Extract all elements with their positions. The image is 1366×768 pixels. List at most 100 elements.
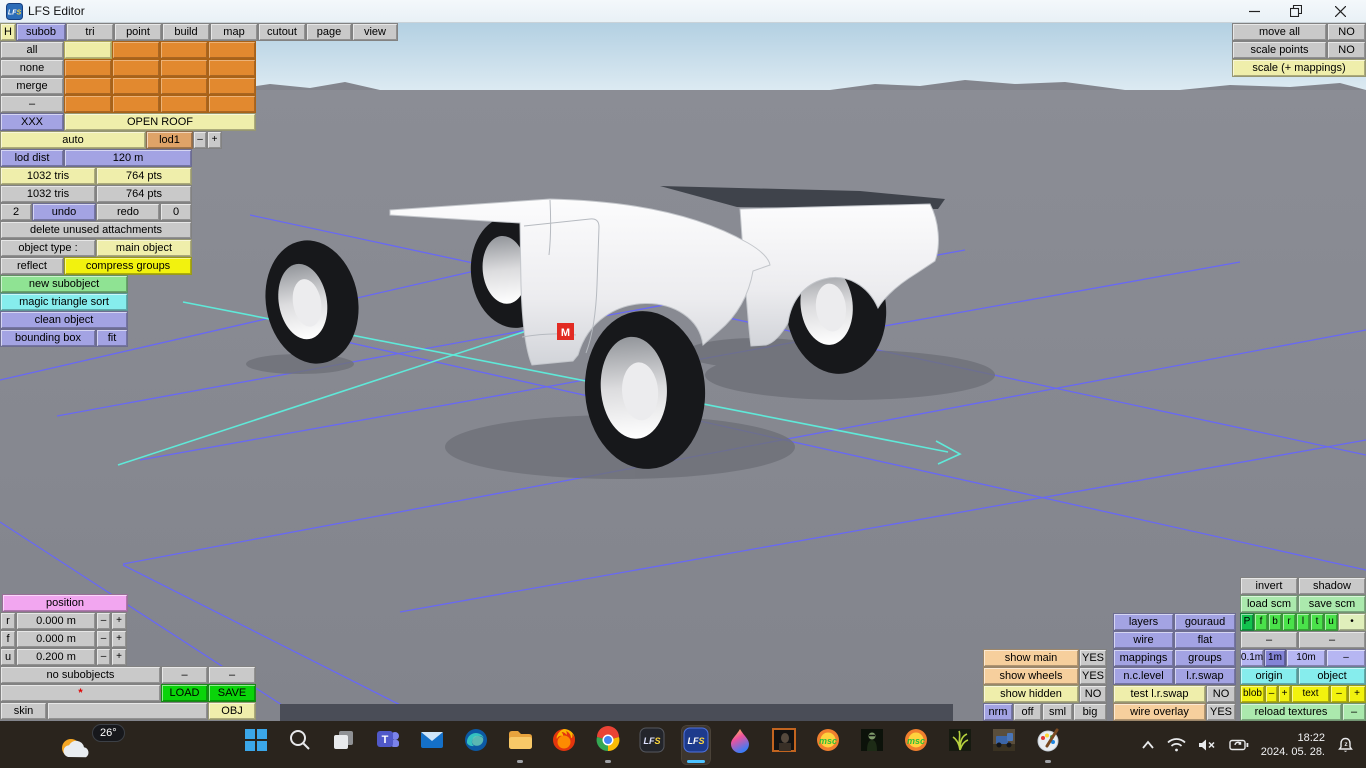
chevron-up-icon[interactable] — [1141, 740, 1155, 750]
menu-tab-tri[interactable]: tri — [66, 23, 114, 41]
normals-off-button[interactable]: off — [1013, 703, 1042, 721]
reload-textures-button[interactable]: reload textures — [1240, 703, 1342, 721]
volume-muted-icon[interactable] — [1198, 738, 1217, 752]
text-plus-button[interactable]: + — [1348, 685, 1366, 703]
compress-groups-button[interactable]: compress groups — [64, 257, 192, 275]
object-type-value[interactable]: main object — [96, 239, 192, 257]
position-r-plus[interactable]: + — [111, 612, 127, 630]
open-roof-button[interactable]: OPEN ROOF — [64, 113, 256, 131]
lod-auto-button[interactable]: auto — [0, 131, 146, 149]
blob-minus-button[interactable]: – — [1265, 685, 1278, 703]
xxx-button[interactable]: XXX — [0, 113, 64, 131]
magic-triangle-sort-button[interactable]: magic triangle sort — [0, 293, 128, 311]
taskbar-icon-firefox[interactable] — [550, 726, 578, 764]
grid-size-dash-button[interactable]: – — [1326, 649, 1366, 667]
taskbar-icon-msc-app-2[interactable]: msc — [902, 726, 930, 764]
selection-grid-cell[interactable] — [208, 77, 256, 95]
show-wheels-toggle[interactable]: YES — [1079, 667, 1107, 685]
taskbar-icon-game-portrait-app[interactable] — [770, 726, 798, 764]
layer-toggle-p[interactable]: P — [1240, 613, 1254, 631]
battery-icon[interactable] — [1229, 739, 1249, 751]
selection-grid-cell[interactable] — [112, 41, 160, 59]
save-button[interactable]: SAVE — [208, 684, 256, 702]
layer-toggle-u[interactable]: u — [1324, 613, 1338, 631]
lod-dist-value[interactable]: 120 m — [64, 149, 192, 167]
shadow-button[interactable]: shadow — [1298, 577, 1366, 595]
selection-grid-cell[interactable] — [112, 59, 160, 77]
position-u-plus[interactable]: + — [111, 648, 127, 666]
selection-grid-cell[interactable] — [112, 77, 160, 95]
bounding-box-fit-button[interactable]: fit — [96, 329, 128, 347]
skin-name-field[interactable] — [47, 702, 208, 720]
normals-sml-button[interactable]: sml — [1042, 703, 1073, 721]
position-r-minus[interactable]: – — [96, 612, 111, 630]
taskbar-icon-plant-app[interactable] — [946, 726, 974, 764]
view-dash-1[interactable]: – — [1240, 631, 1298, 649]
menu-tab-h[interactable]: H — [0, 23, 16, 41]
flat-button[interactable]: flat — [1174, 631, 1236, 649]
taskbar-icon-file-explorer[interactable] — [506, 726, 534, 764]
menu-tab-map[interactable]: map — [210, 23, 258, 41]
reload-textures-dash[interactable]: – — [1342, 703, 1366, 721]
position-u-minus[interactable]: – — [96, 648, 111, 666]
grid-size-01m-button[interactable]: 0.1m — [1240, 649, 1264, 667]
delete-unused-attachments-button[interactable]: delete unused attachments — [0, 221, 192, 239]
groups-button[interactable]: groups — [1174, 649, 1236, 667]
wire-overlay-button[interactable]: wire overlay — [1113, 703, 1206, 721]
subobject-dash-1[interactable]: – — [161, 666, 208, 684]
maximize-button[interactable] — [1278, 0, 1314, 22]
scale-points-button[interactable]: scale points — [1232, 41, 1327, 59]
gouraud-button[interactable]: gouraud — [1174, 613, 1236, 631]
selection-grid-cell[interactable] — [64, 59, 112, 77]
selection-grid-cell[interactable] — [208, 41, 256, 59]
taskbar-icon-search[interactable] — [286, 726, 314, 764]
show-wheels-button[interactable]: show wheels — [983, 667, 1079, 685]
wifi-icon[interactable] — [1167, 737, 1186, 752]
obj-button[interactable]: OBJ — [208, 702, 256, 720]
blob-plus-button[interactable]: + — [1278, 685, 1291, 703]
selection-grid-cell[interactable] — [160, 41, 208, 59]
selection-grid-cell[interactable] — [160, 77, 208, 95]
taskbar-icon-lfs-game[interactable]: LFS — [638, 726, 666, 764]
taskbar-icon-gradient-drop-app[interactable] — [726, 726, 754, 764]
load-button[interactable]: LOAD — [161, 684, 208, 702]
layer-toggle-l[interactable]: l — [1296, 613, 1310, 631]
grid-size-10m-button[interactable]: 10m — [1286, 649, 1326, 667]
lod-minus-button[interactable]: – — [193, 131, 207, 149]
object-button[interactable]: object — [1298, 667, 1366, 685]
view-dash-2[interactable]: – — [1298, 631, 1366, 649]
wire-button[interactable]: wire — [1113, 631, 1174, 649]
selection-grid-cell[interactable] — [64, 41, 112, 59]
menu-tab-point[interactable]: point — [114, 23, 162, 41]
taskbar-icon-matrix-character-app[interactable] — [858, 726, 886, 764]
position-axis-u-value[interactable]: 0.200 m — [16, 648, 96, 666]
notification-bell-icon[interactable]: z — [1337, 737, 1354, 753]
menu-tab-subob[interactable]: subob — [16, 23, 66, 41]
layer-toggle-t[interactable]: t — [1310, 613, 1324, 631]
selection-grid-cell[interactable] — [64, 95, 112, 113]
merge-button[interactable]: merge — [0, 77, 64, 95]
minimize-button[interactable] — [1236, 0, 1272, 22]
layer-toggle-r[interactable]: r — [1282, 613, 1296, 631]
origin-button[interactable]: origin — [1240, 667, 1298, 685]
position-axis-r-value[interactable]: 0.000 m — [16, 612, 96, 630]
selection-dash-button[interactable]: – — [0, 95, 64, 113]
select-all-button[interactable]: all — [0, 41, 64, 59]
taskbar-icon-edge[interactable] — [462, 726, 490, 764]
selection-grid-cell[interactable] — [64, 77, 112, 95]
show-hidden-button[interactable]: show hidden — [983, 685, 1079, 703]
selection-grid-cell[interactable] — [208, 59, 256, 77]
taskbar-clock[interactable]: 18:22 2024. 05. 28. — [1261, 731, 1325, 759]
close-button[interactable] — [1322, 0, 1358, 22]
show-main-button[interactable]: show main — [983, 649, 1079, 667]
lod-current-button[interactable]: lod1 — [146, 131, 193, 149]
position-axis-f-value[interactable]: 0.000 m — [16, 630, 96, 648]
menu-tab-view[interactable]: view — [352, 23, 398, 41]
text-button[interactable]: text — [1291, 685, 1330, 703]
menu-tab-cutout[interactable]: cutout — [258, 23, 306, 41]
taskbar-icon-chrome[interactable] — [594, 726, 622, 764]
taskbar-weather-widget[interactable]: 26° — [56, 723, 148, 766]
show-main-toggle[interactable]: YES — [1079, 649, 1107, 667]
bounding-box-button[interactable]: bounding box — [0, 329, 96, 347]
save-scm-button[interactable]: save scm — [1298, 595, 1366, 613]
